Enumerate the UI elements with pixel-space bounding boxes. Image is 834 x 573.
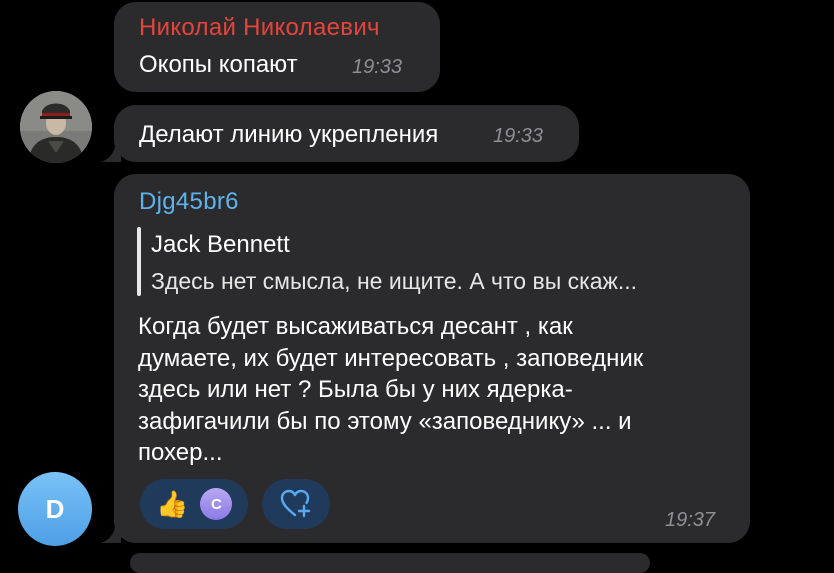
sender-name[interactable]: Djg45br6 [139,188,239,216]
reply-text[interactable]: Здесь нет смысла, не ищите. А что вы ска… [151,268,637,295]
sender-name[interactable]: Николай Николаевич [139,14,380,42]
sender-avatar[interactable] [20,91,92,163]
message-timestamp: 19:37 [665,509,716,531]
message-line: зафигачили бы по этому «заповеднику» ...… [138,407,632,435]
message-timestamp: 19:33 [352,56,403,78]
message-line: похер... [138,439,223,466]
reply-author[interactable]: Jack Bennett [151,231,290,259]
reactor-avatar: C [200,488,233,520]
message-line: здесь или нет ? Была бы у них ядерка- [138,376,573,403]
thumbs-up-icon: 👍 [156,489,189,519]
message-line: думаете, их будет интересовать , заповед… [138,344,644,372]
add-reaction-button[interactable] [262,479,330,529]
message-line: Когда будет высаживаться десант , как [138,313,573,340]
avatar-photo-image [20,91,92,163]
message-timestamp: 19:33 [493,125,544,147]
bubble-tail [101,527,121,543]
message-text: Окопы копают [139,51,298,78]
bubble-tail [101,146,121,162]
avatar-initial: D [45,493,65,524]
heart-plus-icon [280,489,311,518]
message-text: Когда будет высаживаться десант , как ду… [138,311,738,469]
reaction-thumbs-up[interactable]: 👍 C [140,479,248,529]
sender-avatar[interactable]: D [18,472,92,546]
next-message-bubble[interactable] [130,553,650,573]
reactor-initial: C [210,495,222,513]
reply-quote-bar [137,227,141,296]
message-text: Делают линию укрепления [139,121,439,148]
